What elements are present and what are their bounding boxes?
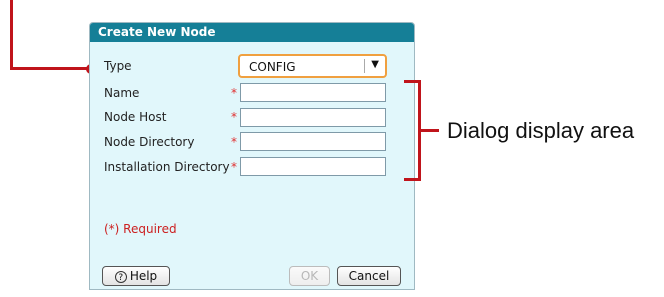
required-asterisk: * [231, 135, 237, 149]
type-label: Type [104, 59, 132, 73]
bracket-pointer [421, 129, 439, 132]
node-host-label: Node Host [104, 110, 167, 124]
node-host-input[interactable] [240, 108, 386, 127]
select-divider [364, 59, 365, 73]
ok-button[interactable]: OK [289, 266, 330, 286]
type-select-value: CONFIG [249, 60, 296, 74]
callout-leader-vertical [10, 0, 13, 69]
required-asterisk: * [231, 110, 237, 124]
create-node-dialog: Create New Node Type CONFIG ▼ Name * Nod… [89, 22, 415, 290]
required-asterisk: * [231, 86, 237, 100]
installation-directory-input[interactable] [240, 157, 386, 176]
name-input[interactable] [240, 83, 386, 102]
cancel-button[interactable]: Cancel [337, 266, 401, 286]
help-button-label: Help [129, 269, 158, 283]
required-note: (*) Required [104, 222, 177, 236]
type-select[interactable]: CONFIG ▼ [238, 54, 387, 78]
name-label: Name [104, 86, 140, 100]
dialog-title: Create New Node [90, 23, 414, 42]
bracket-bottom [404, 178, 421, 181]
required-asterisk: * [231, 160, 237, 174]
help-icon: ? [114, 270, 127, 283]
node-directory-input[interactable] [240, 132, 386, 151]
installation-directory-label: Installation Directory [104, 160, 230, 174]
node-directory-label: Node Directory [104, 135, 195, 149]
chevron-down-icon[interactable]: ▼ [371, 59, 379, 70]
annotation-label: Dialog display area [447, 118, 635, 143]
callout-leader-horizontal [10, 67, 90, 70]
help-button[interactable]: ? Help [102, 266, 170, 286]
